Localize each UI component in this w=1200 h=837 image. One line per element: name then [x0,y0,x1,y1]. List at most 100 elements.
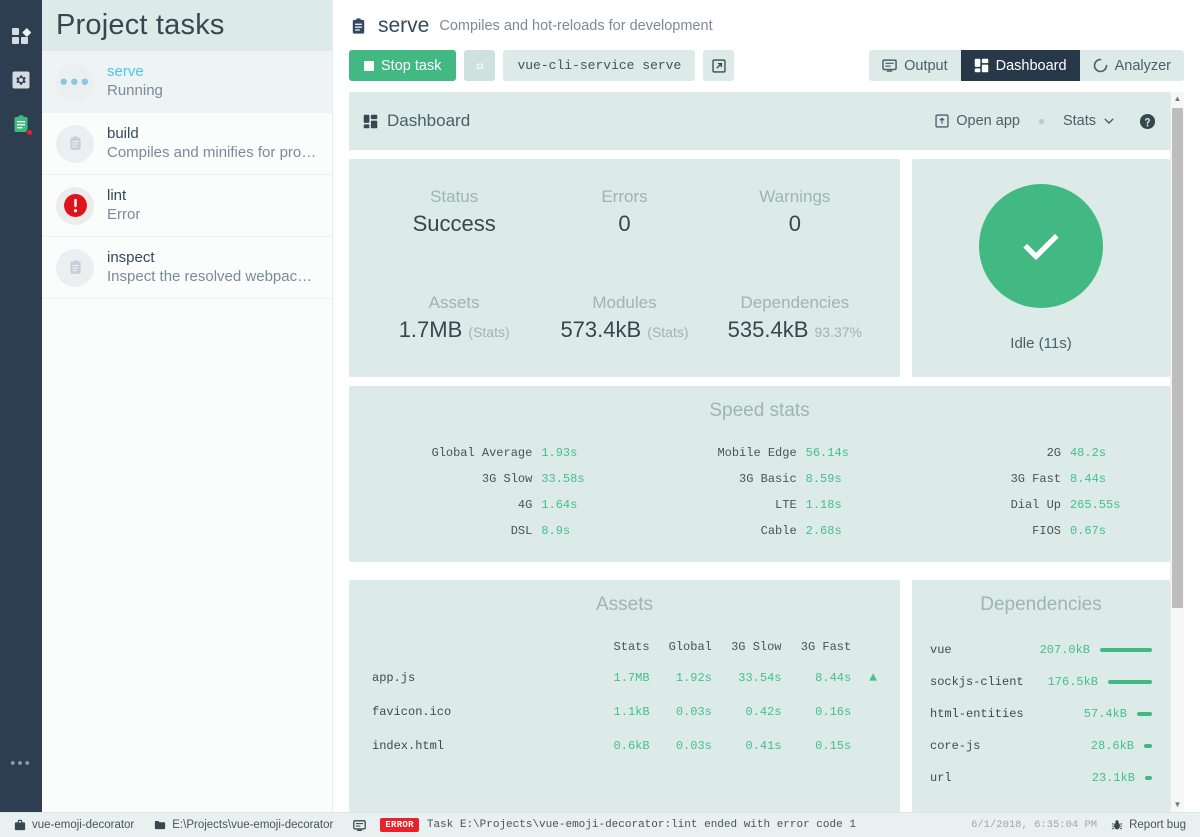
speed-stats-column: 2G 48.2s 3G Fast 8.44s Dial Up 265.55s F… [892,440,1156,544]
dependency-size: 57.4kB [1083,707,1127,721]
status-project[interactable]: vue-emoji-decorator [8,819,140,831]
rail-item-plugins[interactable] [0,14,42,58]
dependency-bar [1145,776,1152,780]
speed-name: 4G [517,498,533,512]
task-list-item-build[interactable]: build Compiles and minifies for pro… [42,113,332,175]
task-status-icon: ●●● [56,62,94,101]
task-header-row: serve Compiles and hot-reloads for devel… [349,14,1184,38]
report-bug-button[interactable]: Report bug [1105,819,1192,831]
warning-triangle-icon [860,729,886,763]
dependency-size: 23.1kB [1091,771,1135,785]
open-app-button[interactable]: Open app [935,113,1020,129]
task-settings-button[interactable] [464,50,496,81]
tab-analyzer[interactable]: Analyzer [1079,50,1184,81]
dashboard-content: Dashboard Open app Stats Status Success … [349,92,1170,812]
dependency-size: 28.6kB [1090,739,1134,753]
status-path[interactable]: E:\Projects\vue-emoji-decorator [148,819,339,831]
dots-icon: ●●● [59,72,91,90]
speed-value: 1.64s [541,498,578,512]
speed-value: 56.14s [805,446,849,460]
check-icon [1013,218,1069,274]
scrollbar-thumb[interactable] [1172,108,1183,608]
dashboard-scrollbar[interactable]: ▲ ▼ [1170,92,1184,812]
external-link-icon [712,58,726,73]
speed-value: 2.68s [805,524,842,538]
help-icon [1139,113,1156,130]
stop-square-icon [364,60,374,71]
summary-stat-warnings: Warnings 0 [710,185,880,239]
task-item-name: serve [107,63,144,80]
app-body: ••• Project tasks ●●● serve Running buil… [0,0,1200,812]
stat-value-sub: 93.37% [814,324,862,340]
speed-value: 0.67s [1069,524,1106,538]
status-timestamp: 6/1/2018, 6:35:04 PM [971,819,1098,831]
stats-dropdown[interactable]: Stats [1063,113,1115,129]
stat-label: Status [430,187,479,206]
summary-stat-dependencies: Dependencies 535.4kB 93.37% [710,291,880,347]
asset-name: app.js [372,670,416,685]
list-item[interactable]: core-js 28.6kB [926,730,1156,762]
speed-row: Mobile Edge 56.14s [627,440,891,466]
stat-value-sub: (Stats) [647,324,689,340]
task-item-name: lint [107,187,127,204]
speed-row: Dial Up 265.55s [892,492,1156,518]
speed-value: 1.93s [541,446,578,460]
task-list-item-inspect[interactable]: inspect Inspect the resolved webpack… [42,237,332,299]
header-separator-dot [1038,118,1044,124]
dependency-size: 176.5kB [1047,675,1098,689]
rail-more-button[interactable]: ••• [10,755,32,772]
task-item-name: inspect [107,249,155,266]
scroll-up-arrow-icon[interactable]: ▲ [1171,92,1184,106]
stat-label: Dependencies [740,293,850,312]
idle-label: Idle (11s) [1010,335,1072,352]
task-status-icon [56,186,94,225]
warning-triangle-icon [860,695,886,729]
task-item-text: lint Error [107,186,140,225]
scroll-down-arrow-icon[interactable]: ▼ [1171,798,1184,812]
assets-table-head: Stats Global 3G Slow 3G Fast [363,634,886,660]
speed-name: 3G Basic [739,472,797,486]
table-row[interactable]: app.js 1.7MB 1.92s 33.54s 8.44s ▲ [363,660,886,695]
status-message: Task E:\Projects\vue-emoji-decorator:lin… [426,819,856,831]
summary-stat-assets: Assets 1.7MB (Stats) [369,291,539,347]
stop-task-button[interactable]: Stop task [349,50,457,81]
table-row[interactable]: index.html 0.6kB 0.03s 0.41s 0.15s [363,729,886,763]
dependency-bar [1137,712,1152,716]
status-project-label: vue-emoji-decorator [32,819,135,831]
summary-grid-top: Status Success Errors 0 Warnings 0 [369,185,880,239]
task-item-status: Error [107,206,141,223]
asset-global: 1.92s [675,670,712,685]
tasks-pane: Project tasks ●●● serve Running build Co… [42,0,332,812]
rail-item-configuration[interactable] [0,58,42,102]
open-app-icon [935,114,949,128]
list-item[interactable]: sockjs-client 176.5kB [926,666,1156,698]
list-item[interactable]: html-entities 57.4kB [926,698,1156,730]
status-console-button[interactable] [347,819,372,832]
list-item[interactable]: vue 207.0kB [926,634,1156,666]
table-row[interactable]: favicon.ico 1.1kB 0.03s 0.42s 0.16s [363,695,886,729]
status-badge: ERROR [380,818,419,832]
stat-value: 573.4kB (Stats) [539,315,709,347]
open-task-external-button[interactable] [703,50,735,81]
assets-panel: Assets Stats Global 3G Slow 3G Fast app.… [349,580,900,812]
speed-row: 3G Slow 33.58s [363,466,627,492]
stat-label: Modules [592,293,657,312]
build-state-card: Idle (11s) [912,159,1170,377]
list-item[interactable]: url 23.1kB [926,762,1156,794]
bottom-panels-row: Assets Stats Global 3G Slow 3G Fast app.… [349,571,1170,812]
task-command[interactable]: vue-cli-service serve [503,50,696,81]
stat-value: Success [412,211,496,236]
rail-item-tasks[interactable] [0,102,42,146]
task-list-item-serve[interactable]: ●●● serve Running [42,51,332,113]
dependencies-title: Dependencies [980,594,1102,615]
stat-value-main: 573.4kB [560,317,642,342]
help-button[interactable] [1139,113,1156,130]
assets-header-row: Stats Global 3G Slow 3G Fast [363,634,886,660]
tab-dashboard[interactable]: Dashboard [960,50,1080,81]
assets-col-stats: Stats [613,640,650,654]
tab-output[interactable]: Output [869,50,961,81]
task-item-name: build [107,125,139,142]
task-list-item-lint[interactable]: lint Error [42,175,332,237]
clipboard-icon [349,17,368,36]
tasks-error-badge [26,129,33,136]
